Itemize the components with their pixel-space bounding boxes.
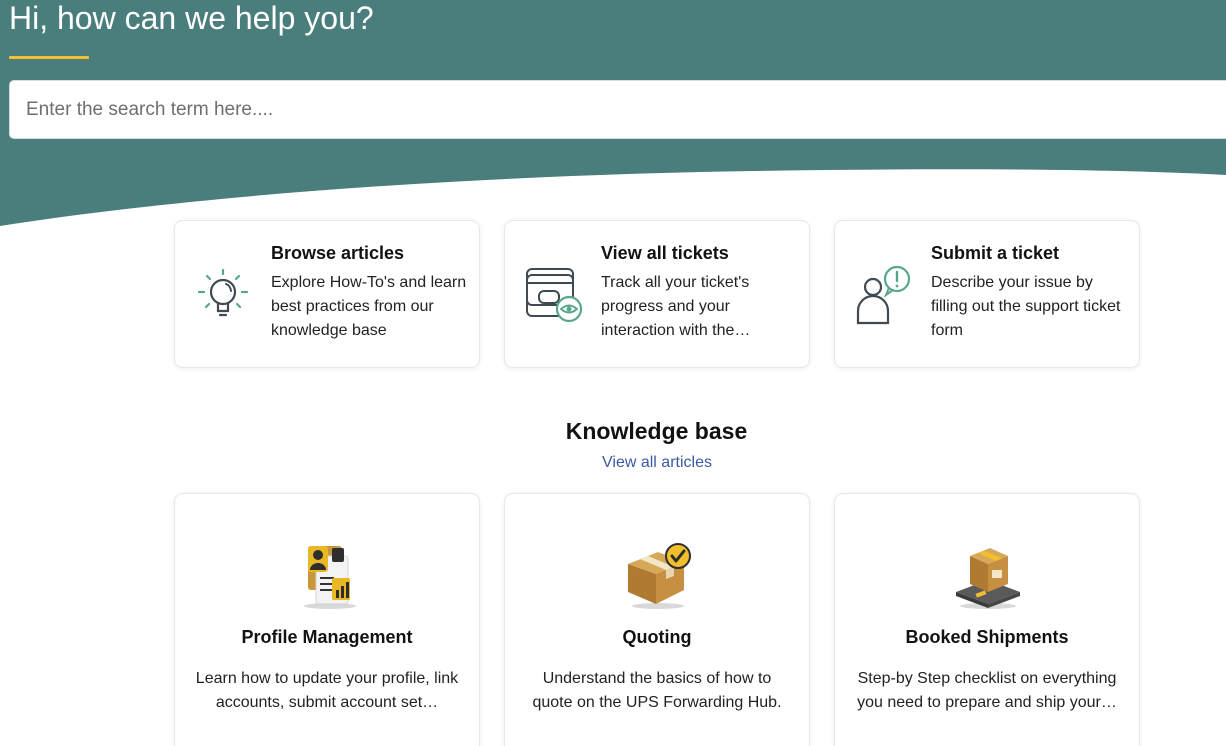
view-tickets-title: View all tickets bbox=[601, 243, 729, 263]
kb-title-profile-management: Profile Management bbox=[241, 627, 413, 647]
browse-articles-title: Browse articles bbox=[271, 243, 405, 263]
kb-card-quoting[interactable]: Quoting Understand the basics of how to … bbox=[504, 493, 810, 746]
lightbulb-icon bbox=[197, 268, 249, 317]
profile-document-icon bbox=[304, 546, 356, 609]
title-underline bbox=[9, 56, 89, 59]
knowledge-base-heading: Knowledge base bbox=[565, 418, 748, 444]
page-title: Hi, how can we help you? bbox=[9, 0, 374, 36]
submit-ticket-description: Describe your issue by filling out the s… bbox=[931, 274, 1121, 339]
box-checkmark-icon bbox=[628, 543, 691, 609]
person-alert-icon bbox=[856, 265, 911, 325]
tickets-eye-icon bbox=[526, 268, 583, 323]
box-on-scale-icon bbox=[956, 548, 1020, 609]
view-all-articles-link[interactable]: View all articles bbox=[600, 454, 714, 472]
kb-description-booked-shipments: Step-by Step checklist on everything you… bbox=[857, 670, 1117, 711]
view-tickets-card[interactable]: View all tickets Track all your ticket's… bbox=[504, 220, 810, 368]
submit-ticket-title: Submit a ticket bbox=[931, 243, 1060, 263]
browse-articles-card[interactable]: Browse articles Explore How-To's and lea… bbox=[174, 220, 480, 368]
search-input[interactable] bbox=[26, 81, 1206, 138]
browse-articles-description: Explore How-To's and learn best practice… bbox=[271, 274, 467, 339]
submit-ticket-card[interactable]: Submit a ticket Describe your issue by f… bbox=[834, 220, 1140, 368]
kb-card-booked-shipments[interactable]: Booked Shipments Step-by Step checklist … bbox=[834, 493, 1140, 746]
help-center-page: Hi, how can we help you? Browse articles… bbox=[0, 0, 1226, 746]
kb-title-booked-shipments: Booked Shipments bbox=[905, 627, 1069, 647]
kb-card-profile-management[interactable]: Profile Management Learn how to update y… bbox=[174, 493, 480, 746]
kb-description-profile-management: Learn how to update your profile, link a… bbox=[195, 670, 459, 711]
kb-title-quoting: Quoting bbox=[622, 627, 692, 647]
kb-description-quoting: Understand the basics of how to quote on… bbox=[532, 670, 782, 711]
view-tickets-description: Track all your ticket's progress and you… bbox=[601, 274, 751, 339]
search-box[interactable] bbox=[9, 80, 1226, 139]
hero-section: Hi, how can we help you? bbox=[0, 0, 1226, 230]
